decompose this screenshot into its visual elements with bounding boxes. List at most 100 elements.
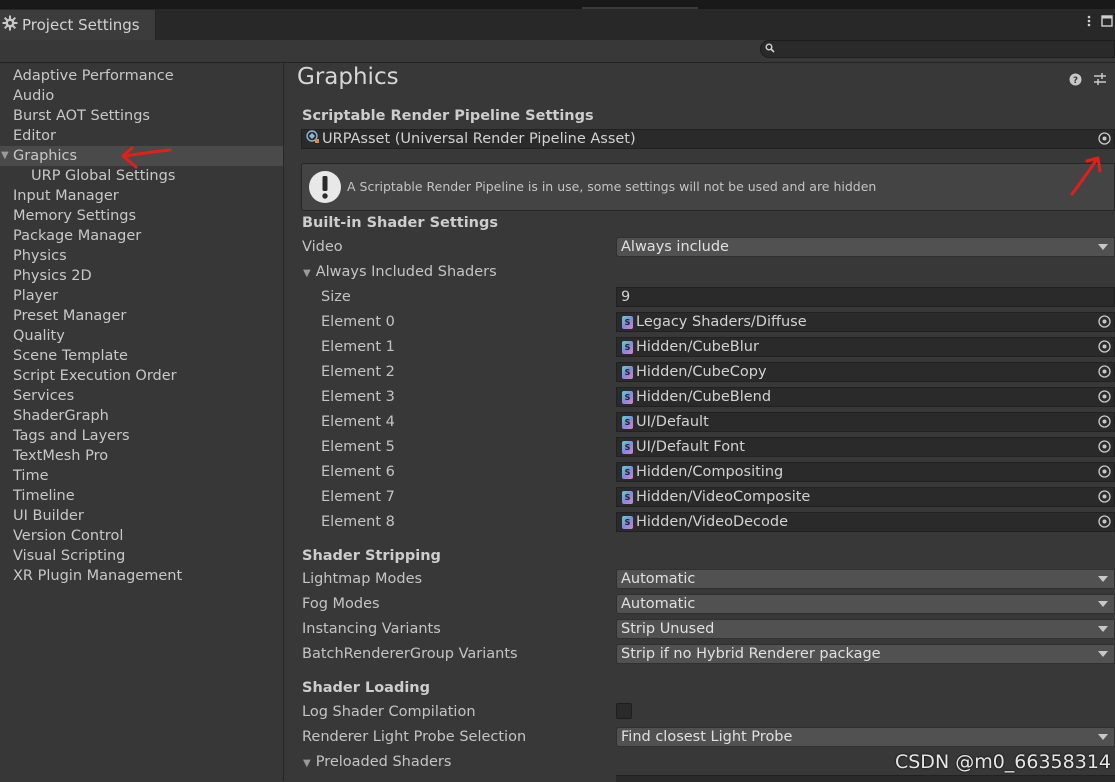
- sidebar-item-textmesh-pro[interactable]: TextMesh Pro: [0, 446, 283, 466]
- foldout-open-icon[interactable]: ▼: [1, 146, 9, 166]
- preloaded-shaders-label: Preloaded Shaders: [315, 754, 452, 770]
- object-picker-icon[interactable]: [1098, 440, 1111, 456]
- sidebar-item-label: TextMesh Pro: [13, 448, 109, 464]
- settings-sliders-icon[interactable]: [1093, 72, 1107, 90]
- element-shader-field[interactable]: S Legacy Shaders/Diffuse: [616, 312, 1115, 332]
- log-shader-compilation-checkbox[interactable]: [616, 703, 632, 719]
- batchrenderergroup-variants-label: BatchRendererGroup Variants: [302, 646, 518, 662]
- preloaded-shaders-foldout[interactable]: ▼ Preloaded Shaders: [303, 754, 451, 770]
- video-dropdown[interactable]: Always include: [616, 237, 1115, 257]
- element-shader-field[interactable]: S Hidden/CubeBlend: [616, 387, 1115, 407]
- object-picker-icon[interactable]: [1098, 365, 1111, 381]
- object-picker-icon[interactable]: [1098, 490, 1111, 506]
- sidebar-item-visual-scripting[interactable]: Visual Scripting: [0, 546, 283, 566]
- sidebar-item-label: Preset Manager: [13, 308, 127, 324]
- object-picker-icon[interactable]: [1098, 390, 1111, 406]
- sidebar-item-label: Audio: [13, 88, 55, 104]
- sidebar-item-shadergraph[interactable]: ShaderGraph: [0, 406, 283, 426]
- lightmap-modes-dropdown[interactable]: Automatic: [616, 569, 1115, 589]
- sidebar-item-label: ShaderGraph: [13, 408, 109, 424]
- sidebar-item-label: Script Execution Order: [13, 368, 177, 384]
- object-picker-icon[interactable]: [1098, 315, 1111, 331]
- render-pipeline-asset-icon: [306, 130, 320, 148]
- sidebar-item-label: Physics 2D: [13, 268, 92, 284]
- element-shader-field[interactable]: S Hidden/VideoComposite: [616, 487, 1115, 507]
- chevron-down-icon: [1098, 651, 1108, 657]
- size-field[interactable]: 9: [616, 287, 1115, 307]
- sidebar-item-preset-manager[interactable]: Preset Manager: [0, 306, 283, 326]
- chevron-down-icon: [1098, 576, 1108, 582]
- sidebar-item-ui-builder[interactable]: UI Builder: [0, 506, 283, 526]
- element-shader-field[interactable]: S Hidden/CubeCopy: [616, 362, 1115, 382]
- sidebar-item-burst-aot-settings[interactable]: Burst AOT Settings: [0, 106, 283, 126]
- sidebar-item-timeline[interactable]: Timeline: [0, 486, 283, 506]
- sidebar-item-memory-settings[interactable]: Memory Settings: [0, 206, 283, 226]
- shader-name: UI/Default Font: [636, 439, 745, 455]
- sidebar-item-scene-template[interactable]: Scene Template: [0, 346, 283, 366]
- element-shader-field[interactable]: S UI/Default Font: [616, 437, 1115, 457]
- object-picker-icon[interactable]: [1098, 465, 1111, 481]
- shader-name: Legacy Shaders/Diffuse: [636, 314, 807, 330]
- object-picker-icon[interactable]: [1098, 515, 1111, 531]
- sidebar-item-script-execution-order[interactable]: Script Execution Order: [0, 366, 283, 386]
- project-settings-tab[interactable]: Project Settings: [0, 10, 156, 40]
- search-input[interactable]: [760, 40, 1115, 58]
- element-shader-field[interactable]: S Hidden/CubeBlur: [616, 337, 1115, 357]
- object-picker-icon[interactable]: [1098, 415, 1111, 431]
- shader-name: Hidden/VideoDecode: [636, 514, 789, 530]
- sidebar-item-audio[interactable]: Audio: [0, 86, 283, 106]
- dropdown-value: Automatic: [621, 596, 696, 612]
- shader-name: Hidden/CubeCopy: [636, 364, 767, 380]
- object-picker-icon[interactable]: [1098, 340, 1111, 356]
- size-value: 9: [621, 289, 631, 305]
- annotation-arrow-left: [121, 146, 172, 169]
- shader-name: Hidden/VideoComposite: [636, 489, 811, 505]
- dropdown-value: Strip Unused: [621, 621, 715, 637]
- sidebar-item-adaptive-performance[interactable]: Adaptive Performance: [0, 66, 283, 86]
- element-shader-field[interactable]: S Hidden/VideoDecode: [616, 512, 1115, 532]
- help-icon[interactable]: ?: [1069, 73, 1082, 90]
- element-shader-field[interactable]: S UI/Default: [616, 412, 1115, 432]
- element-shader-field[interactable]: S Hidden/Compositing: [616, 462, 1115, 482]
- fog-modes-label: Fog Modes: [302, 596, 380, 612]
- object-picker-icon[interactable]: [1098, 132, 1111, 148]
- srp-heading: Scriptable Render Pipeline Settings: [302, 108, 594, 124]
- chevron-down-icon: [1098, 244, 1108, 250]
- batchrenderergroup-variants-dropdown[interactable]: Strip if no Hybrid Renderer package: [616, 644, 1115, 664]
- shader-name: Hidden/Compositing: [636, 464, 784, 480]
- size-label: Size: [321, 289, 351, 305]
- always-included-shaders-foldout[interactable]: ▼ Always Included Shaders: [303, 264, 497, 280]
- video-dropdown-value: Always include: [621, 239, 729, 255]
- element-label: Element 1: [321, 339, 395, 355]
- chevron-down-icon: [1098, 734, 1108, 740]
- sidebar-item-xr-plugin-management[interactable]: XR Plugin Management: [0, 566, 283, 586]
- sidebar-item-time[interactable]: Time: [0, 466, 283, 486]
- sidebar-item-label: Timeline: [13, 488, 75, 504]
- sidebar-item-package-manager[interactable]: Package Manager: [0, 226, 283, 246]
- renderer-light-probe-label: Renderer Light Probe Selection: [302, 729, 527, 745]
- sidebar-item-player[interactable]: Player: [0, 286, 283, 306]
- maximize-icon[interactable]: [1101, 15, 1113, 31]
- more-options-icon[interactable]: [1087, 15, 1091, 31]
- sidebar-item-physics[interactable]: Physics: [0, 246, 283, 266]
- srp-info-helpbox: A Scriptable Render Pipeline is in use, …: [301, 163, 1115, 211]
- sidebar-item-services[interactable]: Services: [0, 386, 283, 406]
- element-label: Element 7: [321, 489, 395, 505]
- sidebar-item-tags-and-layers[interactable]: Tags and Layers: [0, 426, 283, 446]
- sidebar-item-label: Tags and Layers: [13, 428, 130, 444]
- sidebar-item-label: Package Manager: [13, 228, 142, 244]
- sidebar-item-label: Burst AOT Settings: [13, 108, 150, 124]
- sidebar-item-label: Scene Template: [13, 348, 128, 364]
- sidebar-item-label: Services: [13, 388, 75, 404]
- sidebar-item-version-control[interactable]: Version Control: [0, 526, 283, 546]
- sidebar-item-input-manager[interactable]: Input Manager: [0, 186, 283, 206]
- renderer-light-probe-dropdown[interactable]: Find closest Light Probe: [616, 727, 1115, 747]
- instancing-variants-dropdown[interactable]: Strip Unused: [616, 619, 1115, 639]
- sidebar-item-label: Editor: [13, 128, 56, 144]
- srp-asset-field[interactable]: URPAsset (Universal Render Pipeline Asse…: [301, 129, 1115, 149]
- shader-name: Hidden/CubeBlur: [636, 339, 759, 355]
- warning-icon: [308, 170, 342, 208]
- fog-modes-dropdown[interactable]: Automatic: [616, 594, 1115, 614]
- sidebar-item-quality[interactable]: Quality: [0, 326, 283, 346]
- sidebar-item-physics-2d[interactable]: Physics 2D: [0, 266, 283, 286]
